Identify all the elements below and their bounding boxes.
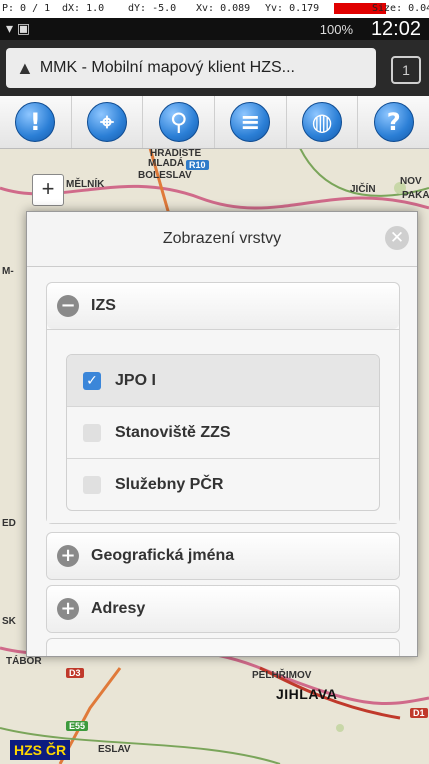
search-icon: ⚲ <box>158 102 199 142</box>
map-label-boleslav: BOLESLAV <box>138 170 192 181</box>
page-title: MMK - Mobilní mapový klient HZS... <box>39 59 295 76</box>
section-izs-label: IZS <box>91 297 116 314</box>
map-label-jihlava: JIHLAVA <box>276 686 338 702</box>
dialog-header: Zobrazení vrstvy ✕ <box>27 212 417 267</box>
debug-size: Size: 0.04 <box>372 3 429 14</box>
debug-dx: dX: 1.0 <box>62 3 105 14</box>
map-label-pelhrimov: PELHŘIMOV <box>252 670 312 681</box>
section-izs-header[interactable]: − IZS <box>47 283 399 329</box>
pointer-debug-overlay: P: 0 / 1 dX: 1.0 dY: -5.0 Xv: 0.089 Yv: … <box>0 0 429 18</box>
map-label-sk: SK <box>2 616 16 627</box>
debug-pointer-count: P: 0 / 1 <box>2 3 51 14</box>
map-label-nov: NOV <box>400 176 422 187</box>
zoom-in-button[interactable]: + <box>32 174 64 206</box>
warning-icon: ▲ <box>16 57 34 78</box>
battery-level: 100% <box>319 22 353 37</box>
dialog-title: Zobrazení vrstvy <box>162 230 282 247</box>
map-label-ed: ED <box>2 518 16 529</box>
locate-icon: ⌖ <box>87 102 127 142</box>
tab-switcher-button[interactable]: 1 <box>391 56 421 84</box>
checkbox-unchecked-icon[interactable] <box>83 475 101 494</box>
search-button[interactable]: ⚲ <box>143 96 216 148</box>
section-izs-body: ✓ JPO I Stanoviště ZZS Služebny PČR <box>47 329 399 523</box>
road-badge-e55: E55 <box>66 721 89 731</box>
section-geograficka-jmena[interactable]: + Geografická jména <box>46 532 400 580</box>
layers-icon: ≡ <box>230 102 271 142</box>
road-badge-r10: R10 <box>186 160 209 170</box>
map-label-jicin: JIČÍN <box>350 184 376 195</box>
section-adresy[interactable]: + Adresy <box>46 585 400 633</box>
section-izs: − IZS ✓ JPO I Stanoviště ZZS Služebny PČ… <box>46 282 400 524</box>
section-label: Geografická jména <box>91 547 235 564</box>
signal-icon: ▾ ▣ <box>6 20 31 36</box>
locate-button[interactable]: ⌖ <box>72 96 144 148</box>
section-next-partial <box>46 638 400 656</box>
globe-icon: ◍ <box>302 102 343 142</box>
globe-button[interactable]: ◍ <box>287 96 359 148</box>
layers-button[interactable]: ≡ <box>215 96 287 148</box>
hzs-logo: HZS ČR <box>10 740 71 760</box>
layer-list: ✓ JPO I Stanoviště ZZS Služebny PČR <box>66 354 380 511</box>
map-label-eslav: ESLAV <box>98 744 131 755</box>
map-label-melnik: MĚLNÍK <box>66 179 105 190</box>
layer-item-label: Stanoviště ZZS <box>115 423 231 441</box>
map-label-mlada: MLADÁ <box>148 158 185 169</box>
layer-item-jpo-i[interactable]: ✓ JPO I <box>67 355 379 407</box>
layer-item-label: Služebny PČR <box>115 475 224 493</box>
close-button[interactable]: ✕ <box>385 226 409 250</box>
map-label-m: M- <box>2 266 14 277</box>
minus-icon: − <box>57 295 79 317</box>
help-button[interactable]: ? <box>358 96 429 148</box>
debug-dy: dY: -5.0 <box>128 3 177 14</box>
debug-yv: Yv: 0.179 <box>265 3 320 14</box>
app-toolbar: ! ⌖ ⚲ ≡ ◍ ? <box>0 96 429 149</box>
checkbox-unchecked-icon[interactable] <box>83 423 101 442</box>
plus-icon: + <box>57 545 79 567</box>
browser-toolbar: ▲ MMK - Mobilní mapový klient HZS... 1 <box>0 40 429 96</box>
road-badge-d1: D1 <box>410 708 428 718</box>
section-geograficka-jmena-header[interactable]: + Geografická jména <box>47 533 399 579</box>
layer-visibility-dialog: Zobrazení vrstvy ✕ − IZS ✓ JPO I Stanovi… <box>26 211 418 657</box>
checkbox-checked-icon[interactable]: ✓ <box>83 371 101 390</box>
road-badge-d3: D3 <box>66 668 84 678</box>
section-adresy-header[interactable]: + Adresy <box>47 586 399 632</box>
map-label-tabor: TÁBOR <box>6 656 42 667</box>
layer-item-label: JPO I <box>115 371 156 389</box>
alert-button[interactable]: ! <box>0 96 72 148</box>
alert-icon: ! <box>15 102 56 142</box>
layer-item-sluzebny-pcr[interactable]: Služebny PČR <box>67 459 379 510</box>
section-label: Adresy <box>91 600 146 617</box>
clock: 12:02 <box>370 18 421 40</box>
help-icon: ? <box>373 102 414 142</box>
debug-xv: Xv: 0.089 <box>196 3 251 14</box>
layer-item-stanoviste-zzs[interactable]: Stanoviště ZZS <box>67 407 379 459</box>
plus-icon: + <box>57 598 79 620</box>
address-bar[interactable]: ▲ MMK - Mobilní mapový klient HZS... <box>6 48 376 88</box>
map-label-paka: PAKA <box>402 190 429 201</box>
